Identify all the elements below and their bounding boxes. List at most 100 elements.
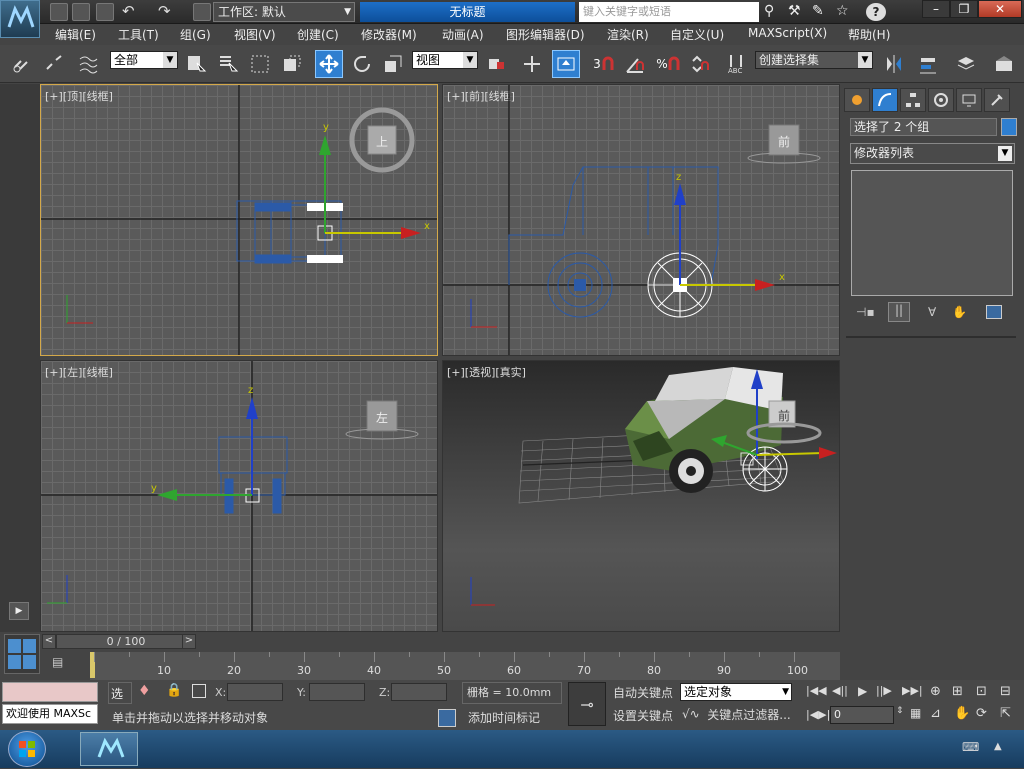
key-icon[interactable]: ⚒ — [788, 3, 801, 19]
menu-tools[interactable]: 工具(T) — [118, 26, 159, 43]
zoom-icon[interactable]: ⊕ — [930, 684, 941, 699]
expand-arrow-icon[interactable]: ▶ — [9, 602, 29, 620]
window-crossing-icon[interactable] — [278, 50, 306, 78]
timeslider-next-icon[interactable]: > — [182, 634, 196, 649]
create-tab-icon[interactable] — [844, 88, 870, 112]
select-and-move-icon[interactable] — [315, 50, 343, 78]
close-button[interactable]: ✕ — [978, 0, 1022, 18]
select-and-scale-icon[interactable] — [379, 50, 407, 78]
workspace-dropdown[interactable]: 工作区: 默认 ▼ — [213, 2, 355, 22]
spinner-snap-icon[interactable] — [686, 50, 714, 78]
previous-frame-icon[interactable]: ◀|| — [832, 684, 848, 697]
viewcube-front-label[interactable]: 前 — [778, 133, 790, 150]
align-icon[interactable] — [914, 50, 942, 78]
object-color-swatch[interactable] — [1001, 118, 1017, 136]
select-by-name-icon[interactable] — [214, 50, 242, 78]
menu-animation[interactable]: 动画(A) — [442, 26, 484, 43]
lock-selection-icon[interactable]: 🔒 — [166, 683, 182, 698]
key-mode-dropdown[interactable]: 选定对象 ▼ — [680, 683, 792, 701]
viewport-top[interactable]: [+][顶][线框] x y 上 — [40, 84, 438, 356]
unlink-icon[interactable] — [40, 50, 68, 78]
motion-tab-icon[interactable] — [928, 88, 954, 112]
tray-arrow-icon[interactable]: ▲ — [994, 741, 1002, 752]
frame-spinner-icon[interactable]: ⇕ — [896, 706, 904, 716]
configure-modifier-sets-icon[interactable] — [986, 305, 1002, 319]
menu-modifiers[interactable]: 修改器(M) — [361, 26, 417, 43]
star-icon[interactable]: ☆ — [836, 3, 849, 19]
mirror-icon[interactable] — [880, 50, 908, 78]
keyboard-icon[interactable]: ⌨ — [962, 740, 979, 754]
named-selection-set-dropdown[interactable]: 创建选择集 ▼ — [755, 51, 873, 69]
minimize-button[interactable]: – — [922, 0, 950, 18]
modifier-stack-list[interactable] — [851, 170, 1013, 296]
isolate-selection-icon[interactable] — [438, 709, 456, 727]
manipulate-icon[interactable] — [518, 50, 546, 78]
utilities-tab-icon[interactable] — [984, 88, 1010, 112]
open-file-icon[interactable] — [72, 3, 90, 21]
menu-graph-editors[interactable]: 图形编辑器(D) — [506, 26, 585, 43]
zoom-extents-all-icon[interactable]: ⊟ — [1000, 684, 1011, 699]
timeslider-prev-icon[interactable]: < — [42, 634, 56, 649]
zoom-extents-icon[interactable]: ⊡ — [976, 684, 987, 699]
modify-tab-icon[interactable] — [872, 88, 898, 112]
zoom-all-icon[interactable]: ⊞ — [952, 684, 963, 699]
new-file-icon[interactable] — [50, 3, 68, 21]
edit-named-selection-icon[interactable]: ABC — [722, 50, 750, 78]
binoculars-icon[interactable]: ⚲ — [764, 3, 774, 19]
viewport-front[interactable]: [+][前][线框] x z 前 — [442, 84, 840, 356]
menu-customize[interactable]: 自定义(U) — [670, 26, 724, 43]
maxscript-listener-mini[interactable] — [2, 682, 98, 702]
hierarchy-tab-icon[interactable] — [900, 88, 926, 112]
viewport-left[interactable]: [+][左][线框] z y 左 — [40, 360, 438, 632]
percent-snap-icon[interactable]: % — [654, 50, 682, 78]
maximize-button[interactable]: ❐ — [950, 0, 978, 18]
menu-group[interactable]: 组(G) — [180, 26, 211, 43]
bind-spacewarp-icon[interactable] — [74, 50, 102, 78]
pin-stack-icon[interactable]: ⊣▪ — [856, 305, 875, 319]
y-coordinate-field[interactable] — [309, 683, 365, 701]
help-icon[interactable]: ? — [866, 3, 886, 21]
selection-filter-dropdown[interactable]: 全部 ▼ — [110, 51, 178, 69]
menu-maxscript[interactable]: MAXScript(X) — [748, 26, 827, 40]
auto-key-button[interactable]: 自动关键点 — [610, 684, 676, 702]
x-coordinate-field[interactable] — [227, 683, 283, 701]
menu-edit[interactable]: 编辑(E) — [55, 26, 96, 43]
keyboard-shortcut-override-icon[interactable] — [552, 50, 580, 78]
current-frame-field[interactable]: 0 — [830, 706, 894, 724]
menu-help[interactable]: 帮助(H) — [848, 26, 890, 43]
link-icon[interactable] — [8, 50, 36, 78]
track-bar[interactable]: 10 20 30 40 50 60 70 80 90 100 — [90, 652, 840, 680]
set-key-icon[interactable]: ⊸ — [568, 682, 606, 726]
exchange-icon[interactable]: ✎ — [812, 3, 824, 19]
angle-snap-icon[interactable] — [621, 50, 649, 78]
orbit-icon[interactable]: ⟳ — [976, 706, 987, 721]
search-input[interactable]: 键入关键字或短语 — [579, 2, 759, 22]
redo-icon[interactable]: ↷ — [158, 2, 171, 20]
lightbulb-icon[interactable]: ♦ — [138, 683, 151, 699]
viewport-layout-icon[interactable] — [4, 634, 40, 674]
project-folder-icon[interactable] — [193, 3, 211, 21]
curve-editor-icon[interactable]: ▤ — [52, 655, 72, 673]
reference-coordinate-dropdown[interactable]: 视图 ▼ — [412, 51, 478, 69]
start-button[interactable] — [8, 731, 46, 767]
pivot-center-icon[interactable] — [482, 50, 510, 78]
taskbar-3dsmax-button[interactable] — [80, 732, 138, 766]
play-icon[interactable]: ▶ — [858, 684, 867, 698]
display-tab-icon[interactable] — [956, 88, 982, 112]
layer-manager-icon[interactable] — [952, 50, 980, 78]
viewcube-left-label[interactable]: 左 — [376, 409, 388, 426]
menu-rendering[interactable]: 渲染(R) — [607, 26, 649, 43]
select-and-rotate-icon[interactable] — [348, 50, 376, 78]
next-frame-icon[interactable]: ||▶ — [876, 684, 892, 697]
z-coordinate-field[interactable] — [391, 683, 447, 701]
viewcube-top-label[interactable]: 上 — [376, 133, 388, 150]
viewport-perspective[interactable]: [+][透视][真实] 前 — [442, 360, 840, 632]
remove-modifier-icon[interactable]: ✋ — [952, 305, 967, 319]
undo-icon[interactable]: ↶ — [122, 2, 135, 20]
add-time-tag[interactable]: 添加时间标记 — [462, 709, 562, 727]
selected-object-name-field[interactable]: 选择了 2 个组 — [850, 118, 997, 136]
select-object-icon[interactable] — [182, 50, 210, 78]
make-unique-icon[interactable]: ∀ — [928, 305, 936, 319]
field-of-view-icon[interactable]: ⊿ — [930, 706, 941, 721]
goto-end-icon[interactable]: ▶▶| — [902, 684, 923, 697]
